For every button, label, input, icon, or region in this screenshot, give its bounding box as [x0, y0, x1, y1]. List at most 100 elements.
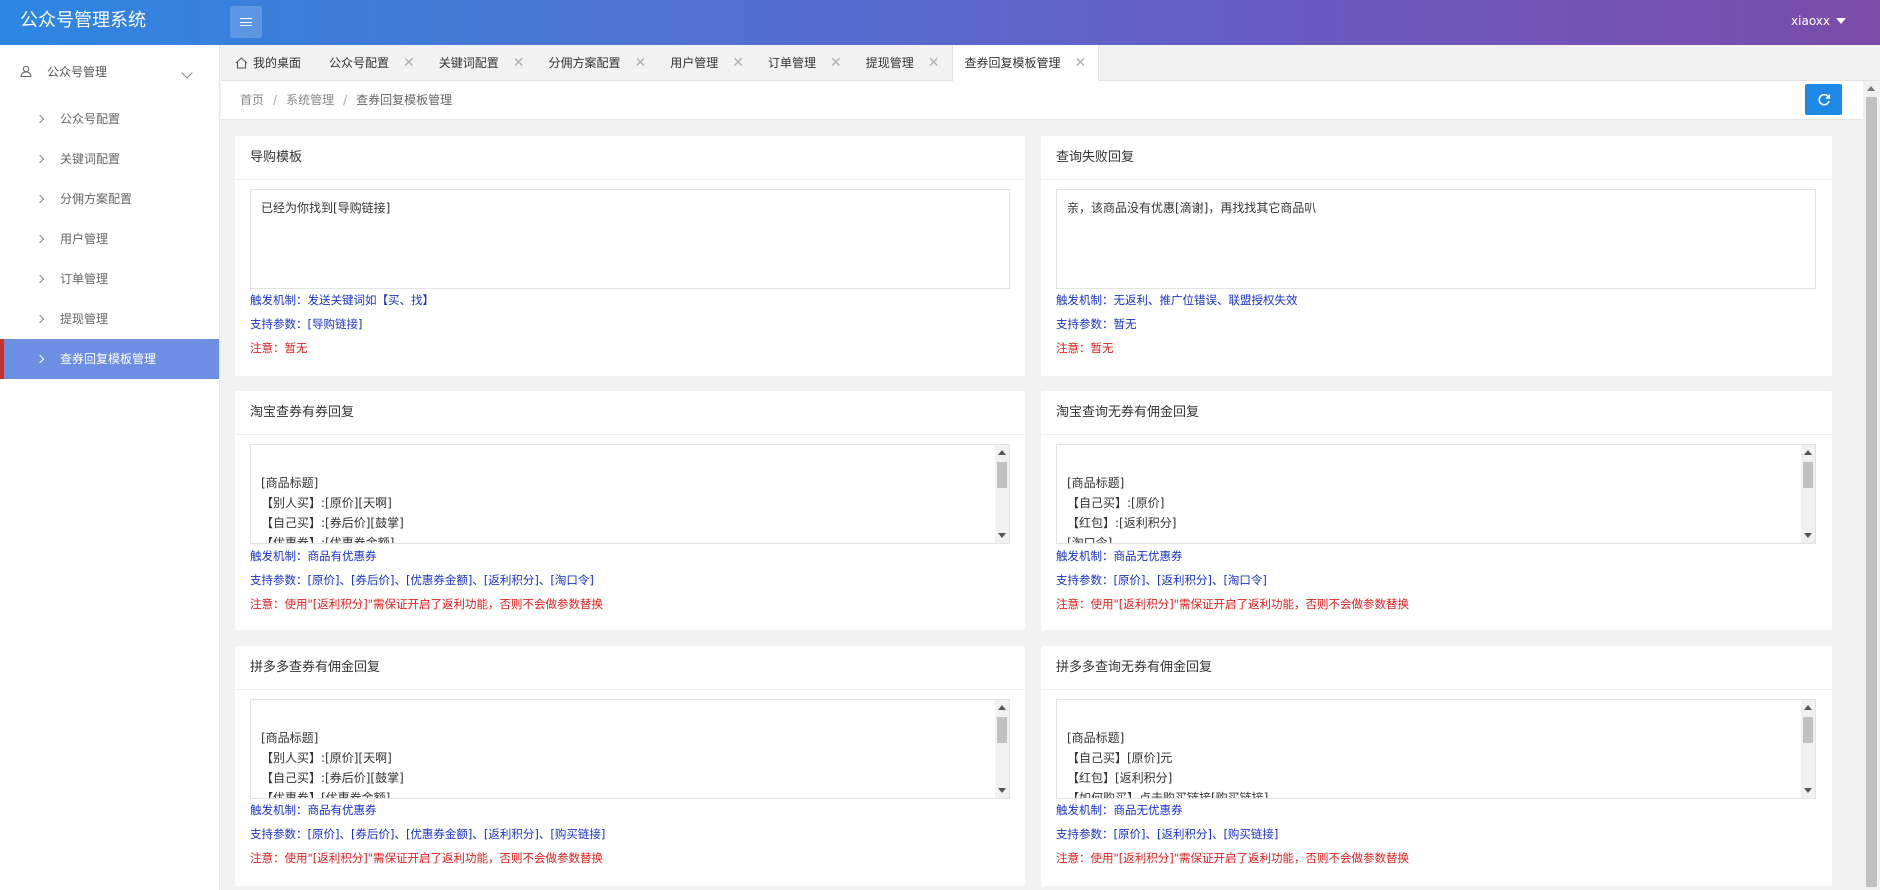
chevron-right-icon	[35, 314, 45, 324]
chevron-right-icon	[35, 194, 45, 204]
breadcrumb-bar: 首页 / 系统管理 / 查券回复模板管理	[221, 81, 1880, 120]
tab-label: 用户管理	[670, 56, 719, 70]
top-header: 公众号管理系统 xiaoxx	[0, 0, 1880, 45]
params-text: 支持参数：[原价]、[返利积分]、[淘口令]	[1056, 573, 1267, 587]
breadcrumb-home[interactable]: 首页	[240, 93, 264, 107]
sidebar-item-reply-templates[interactable]: 查券回复模板管理	[0, 339, 219, 379]
user-menu[interactable]: xiaoxx	[1791, 0, 1846, 45]
breadcrumb-system[interactable]: 系统管理	[286, 93, 334, 107]
sidebar-item-label: 提现管理	[60, 312, 109, 326]
note-text: 注意：使用"[返利积分]"需保证开启了返利功能，否则不会做参数替换	[250, 597, 604, 611]
close-icon[interactable]: ✕	[403, 45, 415, 81]
template-card-pdd-no-coupon: 拼多多查询无券有佣金回复 [商品标题] 【自己买】[原价]元 【红包】[返利积分…	[1041, 646, 1832, 886]
template-textarea[interactable]: [商品标题] 【自己买】[原价]元 【红包】[返利积分] 【如何购买】点击购买链…	[1056, 699, 1816, 799]
caret-down-icon	[1836, 18, 1846, 24]
textarea-scrollbar[interactable]	[1801, 700, 1815, 798]
sidebar-item-account-config[interactable]: 公众号配置	[0, 99, 219, 139]
close-icon[interactable]: ✕	[513, 45, 525, 81]
sidebar-item-label: 关键词配置	[60, 152, 121, 166]
chevron-right-icon	[35, 354, 45, 364]
tab-reply-templates[interactable]: 查券回复模板管理 ✕	[951, 45, 1100, 81]
chevron-right-icon	[35, 114, 45, 124]
template-textarea[interactable]: [商品标题] 【自己买】:[原价] 【红包】:[返利积分] [淘口令] □【返利…	[1056, 444, 1816, 544]
app-title: 公众号管理系统	[20, 10, 146, 31]
template-textarea[interactable]: [商品标题] 【别人买】:[原价][天啊] 【自己买】:[券后价][鼓掌] 【优…	[250, 699, 1010, 799]
note-text: 注意：暂无	[250, 341, 308, 355]
sidebar-item-commission-config[interactable]: 分佣方案配置	[0, 179, 219, 219]
scroll-up-icon[interactable]	[998, 450, 1006, 455]
breadcrumb: 首页 / 系统管理 / 查券回复模板管理	[240, 81, 452, 120]
tab-label: 查券回复模板管理	[964, 56, 1061, 70]
card-title: 淘宝查券有券回复	[235, 391, 1025, 435]
refresh-button[interactable]	[1805, 84, 1842, 115]
scrollbar-thumb[interactable]	[997, 717, 1007, 743]
params-text: 支持参数：[导购链接]	[250, 317, 363, 331]
note-text: 注意：使用"[返利积分]"需保证开启了返利功能，否则不会做参数替换	[250, 851, 604, 865]
scrollbar-thumb[interactable]	[1803, 717, 1813, 743]
scroll-up-icon[interactable]	[998, 705, 1006, 710]
card-title: 导购模板	[235, 136, 1025, 180]
scroll-up-icon[interactable]	[1867, 86, 1875, 91]
textarea-content: [商品标题] 【自己买】[原价]元 【红包】[返利积分] 【如何购买】点击购买链…	[1067, 731, 1269, 799]
template-card-taobao-no-coupon: 淘宝查询无券有佣金回复 [商品标题] 【自己买】:[原价] 【红包】:[返利积分…	[1041, 391, 1832, 630]
close-icon[interactable]: ✕	[830, 45, 842, 81]
textarea-scrollbar[interactable]	[995, 445, 1009, 543]
chevron-down-icon	[181, 67, 193, 79]
scroll-down-icon[interactable]	[1804, 533, 1812, 538]
template-card-taobao-coupon: 淘宝查券有券回复 [商品标题] 【别人买】:[原价][天啊] 【自己买】:[券后…	[235, 391, 1025, 630]
template-textarea[interactable]: 已经为你找到[导购链接]	[250, 189, 1010, 289]
menu-toggle-button[interactable]	[230, 6, 262, 38]
params-text: 支持参数：[原价]、[返利积分]、[购买链接]	[1056, 827, 1279, 841]
tab-account-config[interactable]: 公众号配置 ✕	[317, 45, 427, 81]
template-textarea[interactable]: 亲，该商品没有优惠[滴谢]，再找找其它商品叭	[1056, 189, 1816, 289]
tab-withdrawals[interactable]: 提现管理 ✕	[854, 45, 952, 81]
tab-label: 提现管理	[865, 56, 914, 70]
sidebar-item-users[interactable]: 用户管理	[0, 219, 219, 259]
tab-users[interactable]: 用户管理 ✕	[658, 45, 756, 81]
params-text: 支持参数：暂无	[1056, 317, 1137, 331]
user-icon	[20, 65, 32, 77]
note-text: 注意：使用"[返利积分]"需保证开启了返利功能，否则不会做参数替换	[1056, 597, 1410, 611]
scroll-up-icon[interactable]	[1804, 705, 1812, 710]
tab-orders[interactable]: 订单管理 ✕	[756, 45, 854, 81]
textarea-scrollbar[interactable]	[995, 700, 1009, 798]
sidebar-item-withdrawals[interactable]: 提现管理	[0, 299, 219, 339]
refresh-icon	[1817, 93, 1830, 105]
sidebar-item-label: 分佣方案配置	[60, 192, 133, 206]
sidebar-group-account[interactable]: 公众号管理	[0, 45, 219, 99]
template-textarea[interactable]: [商品标题] 【别人买】:[原价][天啊] 【自己买】:[券后价][鼓掌] 【优…	[250, 444, 1010, 544]
page-scrollbar[interactable]	[1863, 81, 1880, 890]
tab-keyword-config[interactable]: 关键词配置 ✕	[427, 45, 537, 81]
tab-label: 关键词配置	[438, 56, 499, 70]
close-icon[interactable]: ✕	[635, 45, 647, 81]
sidebar: 公众号管理 公众号配置 关键词配置 分佣方案配置 用户管理 订单管理 提现管理 …	[0, 45, 220, 890]
textarea-scrollbar[interactable]	[1801, 445, 1815, 543]
trigger-text: 触发机制：商品无优惠券	[1056, 803, 1183, 817]
scroll-down-icon[interactable]	[998, 788, 1006, 793]
template-card-pdd-coupon: 拼多多查券有佣金回复 [商品标题] 【别人买】:[原价][天啊] 【自己买】:[…	[235, 646, 1025, 886]
trigger-text: 触发机制：商品有优惠券	[250, 549, 377, 563]
card-title: 拼多多查询无券有佣金回复	[1041, 646, 1832, 690]
sidebar-item-label: 公众号配置	[60, 112, 121, 126]
tab-commission-config[interactable]: 分佣方案配置 ✕	[537, 45, 659, 81]
note-text: 注意：暂无	[1056, 341, 1114, 355]
textarea-content: [商品标题] 【别人买】:[原价][天啊] 【自己买】:[券后价][鼓掌] 【优…	[261, 476, 404, 544]
scrollbar-thumb[interactable]	[1866, 97, 1877, 887]
close-icon[interactable]: ✕	[732, 45, 744, 81]
textarea-content: [商品标题] 【别人买】:[原价][天啊] 【自己买】:[券后价][鼓掌] 【优…	[261, 731, 404, 799]
sidebar-item-orders[interactable]: 订单管理	[0, 259, 219, 299]
scrollbar-thumb[interactable]	[1803, 462, 1813, 488]
params-text: 支持参数：[原价]、[券后价]、[优惠券金额]、[返利积分]、[淘口令]	[250, 573, 594, 587]
sidebar-item-keyword-config[interactable]: 关键词配置	[0, 139, 219, 179]
close-icon[interactable]: ✕	[1075, 45, 1087, 81]
scroll-down-icon[interactable]	[998, 533, 1006, 538]
close-icon[interactable]: ✕	[928, 45, 940, 81]
scroll-down-icon[interactable]	[1804, 788, 1812, 793]
trigger-text: 触发机制：商品有优惠券	[250, 803, 377, 817]
chevron-right-icon	[35, 234, 45, 244]
scroll-up-icon[interactable]	[1804, 450, 1812, 455]
sidebar-item-label: 查券回复模板管理	[60, 352, 157, 366]
scrollbar-thumb[interactable]	[997, 462, 1007, 488]
tab-desktop[interactable]: 我的桌面	[221, 45, 317, 81]
hamburger-icon	[240, 18, 252, 26]
